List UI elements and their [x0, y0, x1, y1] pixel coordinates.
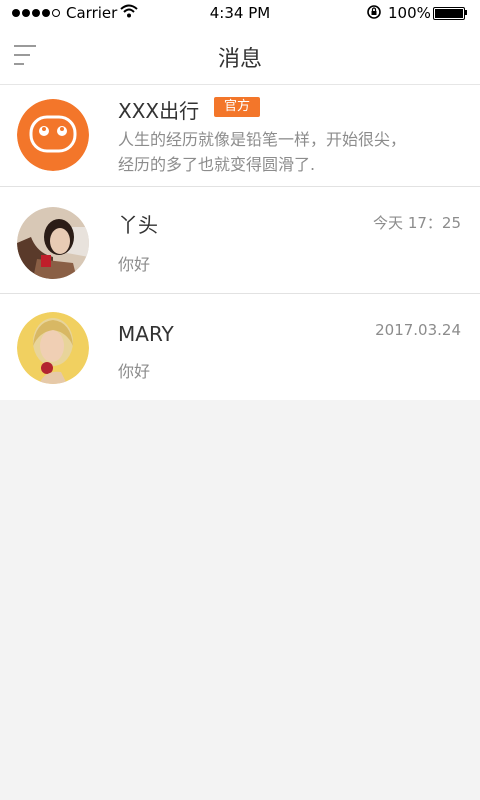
orange-face-icon: [17, 99, 89, 171]
official-badge: 官方: [214, 97, 261, 117]
message-preview: 人生的经历就像是铅笔一样，开始很尖， 经历的多了也就变得圆滑了.: [118, 127, 448, 177]
battery-icon: [433, 7, 465, 20]
rotation-lock-icon: [367, 5, 381, 19]
message-list: XXX出行 官方 人生的经历就像是铅笔一样，开始很尖， 经历的多了也就变得圆滑了…: [0, 85, 480, 400]
contact-name: XXX出行: [118, 99, 200, 123]
message-preview-line: 人生的经历就像是铅笔一样，开始很尖，: [118, 130, 407, 149]
avatar: [17, 207, 89, 279]
message-item[interactable]: 丫头 今天 17：25 你好: [0, 187, 480, 294]
message-preview: 你好: [118, 255, 151, 274]
contact-name: 丫头: [118, 213, 158, 237]
message-time: 2017.03.24: [375, 321, 461, 339]
message-time: 今天 17：25: [373, 214, 461, 232]
battery-percent: 100%: [388, 4, 431, 22]
status-bar: Carrier 4:34 PM 100%: [0, 0, 480, 26]
message-item[interactable]: MARY 2017.03.24 你好: [0, 294, 480, 400]
message-item-official[interactable]: XXX出行 官方 人生的经历就像是铅笔一样，开始很尖， 经历的多了也就变得圆滑了…: [0, 85, 480, 187]
page-title: 消息: [217, 47, 262, 72]
avatar: [17, 312, 89, 384]
message-preview: 你好: [118, 362, 151, 381]
message-preview-line: 经历的多了也就变得圆滑了.: [118, 155, 316, 174]
nav-bar: 消息: [0, 26, 480, 85]
contact-name: MARY: [118, 322, 174, 346]
